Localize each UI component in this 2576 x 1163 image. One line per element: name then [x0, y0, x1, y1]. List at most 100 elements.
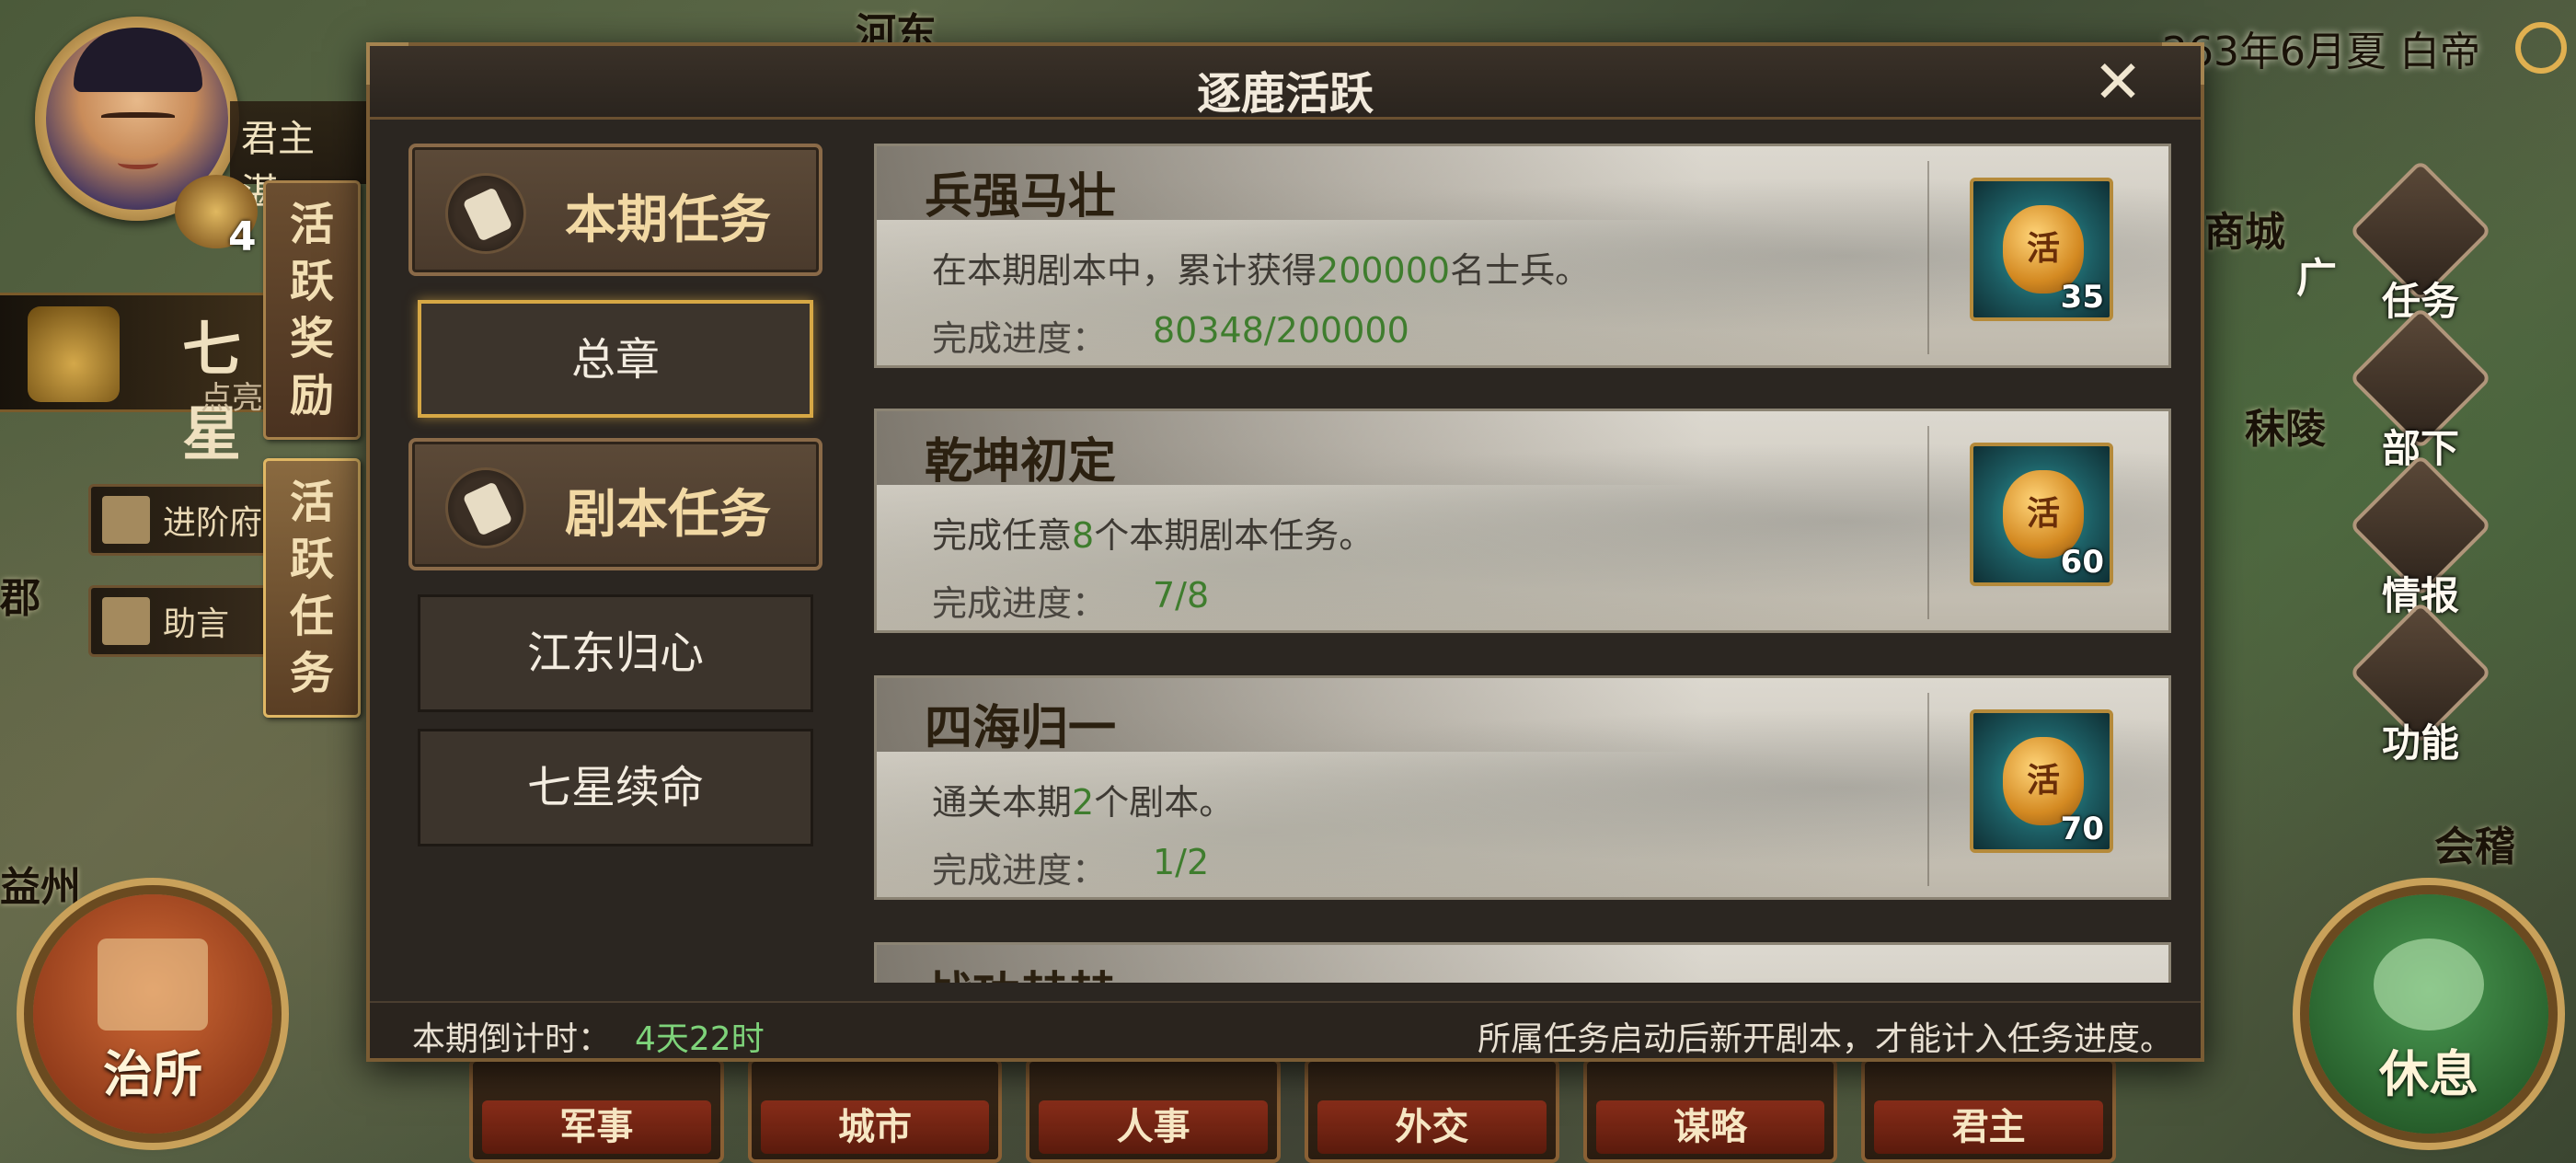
task-description: 完成任意8个本期剧本任务。	[932, 507, 1374, 558]
dragon-icon	[2374, 938, 2484, 1031]
player-level: 4	[228, 213, 257, 260]
task-desc-text: 个剧本。	[1094, 782, 1235, 823]
dialog-header: 逐鹿活跃 ✕	[370, 46, 2201, 120]
task-card: 兵强马壮 在本期剧本中，累计获得200000名士兵。 完成进度： 80348/2…	[874, 144, 2171, 368]
palace-icon	[98, 938, 208, 1031]
bottom-tab-military[interactable]: 军事	[469, 1058, 724, 1163]
progress-label: 完成进度：	[932, 850, 1108, 891]
progress-label: 完成进度：	[932, 583, 1108, 624]
category-current-tasks[interactable]: 本期任务	[408, 144, 822, 276]
side-tab-char: 励	[289, 370, 334, 421]
rest-button[interactable]: 休息	[2309, 894, 2548, 1134]
reward-item[interactable]: 活 70	[1970, 709, 2113, 853]
bottom-tab-city[interactable]: 城市	[747, 1058, 1003, 1163]
advice-label: 助言	[163, 605, 230, 643]
task-desc-text: 个本期剧本任务。	[1094, 515, 1374, 556]
category-label: 本期任务	[565, 190, 771, 250]
nav-tasks-button[interactable]: 任务	[2349, 159, 2492, 328]
bottom-tab-bar: 军事 城市 人事 外交 谋略 君主	[469, 1058, 2117, 1163]
task-description: 在本期剧本中，累计获得200000名士兵。	[932, 242, 1590, 293]
signal-icon	[2515, 22, 2567, 74]
map-scroll-icon	[445, 467, 526, 548]
governance-label: 治所	[103, 1045, 202, 1103]
reward-item[interactable]: 活 35	[1970, 178, 2113, 321]
sub-item-qixing[interactable]: 七星续命	[418, 729, 813, 846]
task-desc-highlight: 200000	[1317, 250, 1451, 291]
task-card: 乾坤初定 完成任意8个本期剧本任务。 完成进度： 7/8 活 60	[874, 409, 2171, 633]
scroll-icon	[102, 597, 150, 645]
task-title: 四海归一	[925, 701, 1117, 756]
dialog-footer: 本期倒计时： 4天22时 所属任务启动后新开剧本，才能计入任务进度。	[370, 1001, 2201, 1058]
game-date: 263年6月夏 白帝	[2162, 29, 2480, 75]
progress-value: 1/2	[1153, 842, 1210, 882]
task-desc-text: 在本期剧本中，累计获得	[932, 250, 1317, 291]
task-card: 战功赫赫	[874, 942, 2171, 983]
gate-icon	[102, 496, 150, 544]
dialog-title: 逐鹿活跃	[1196, 68, 1374, 120]
map-label-kuaiji[interactable]: 会稽	[2434, 813, 2515, 872]
reward-count: 70	[2060, 811, 2104, 847]
progress-label: 完成进度：	[932, 318, 1108, 359]
map-label-shangcheng[interactable]: 商城	[2204, 199, 2285, 258]
advice-button[interactable]: 助言	[88, 585, 272, 657]
side-tab-char: 活	[289, 477, 334, 528]
bottom-tab-label: 谋略	[1595, 1100, 1825, 1154]
side-tab-activity-tasks[interactable]: 活 跃 任 务	[263, 458, 361, 718]
side-tab-char: 跃	[289, 256, 334, 307]
side-tab-char: 奖	[289, 313, 334, 364]
nav-functions-button[interactable]: 功能	[2349, 601, 2492, 769]
task-desc-text: 名士兵。	[1450, 250, 1591, 291]
bottom-tab-label: 军事	[482, 1100, 711, 1154]
nav-subordinates-button[interactable]: 部下	[2349, 306, 2492, 475]
right-nav: 任务 部下 情报 功能	[2349, 159, 2492, 769]
advance-mansion-button[interactable]: 进阶府	[88, 484, 272, 556]
task-list[interactable]: 兵强马壮 在本期剧本中，累计获得200000名士兵。 完成进度： 80348/2…	[874, 144, 2184, 983]
task-title: 乾坤初定	[925, 434, 1117, 489]
scroll-icon	[445, 173, 526, 254]
activity-dialog: 逐鹿活跃 ✕ 本期任务 总章 剧本任务 江东归心 七星续命 兵强马壮 在本期剧本…	[366, 42, 2204, 1062]
bottom-tab-personnel[interactable]: 人事	[1026, 1058, 1282, 1163]
jade-seal-icon	[28, 306, 120, 402]
map-label-yizhou[interactable]: 益州	[0, 854, 81, 913]
progress-value: 80348/200000	[1153, 310, 1409, 351]
map-label-moling[interactable]: 秣陵	[2245, 396, 2326, 455]
bottom-tab-label: 城市	[760, 1100, 990, 1154]
divider	[1927, 161, 1929, 354]
side-tab-char: 任	[289, 591, 334, 642]
countdown-label: 本期倒计时：	[412, 1020, 612, 1058]
rest-label: 休息	[2379, 1045, 2478, 1103]
bottom-tab-strategy[interactable]: 谋略	[1582, 1058, 1838, 1163]
category-scenario-tasks[interactable]: 剧本任务	[408, 438, 822, 570]
task-description: 通关本期2个剧本。	[932, 774, 1234, 824]
nav-functions-label: 功能	[2381, 720, 2459, 766]
map-label-guang: 广	[2296, 255, 2337, 302]
bottom-tab-diplomacy[interactable]: 外交	[1305, 1058, 1559, 1163]
task-desc-text: 完成任意	[932, 515, 1073, 556]
seal-panel[interactable]: 七星 点亮	[0, 293, 276, 469]
reward-item[interactable]: 活 60	[1970, 443, 2113, 586]
task-desc-highlight: 8	[1072, 515, 1095, 556]
category-label: 剧本任务	[565, 485, 771, 545]
bottom-tab-label: 君主	[1874, 1100, 2104, 1154]
task-title: 兵强马壮	[925, 169, 1117, 225]
bottom-tab-monarch[interactable]: 君主	[1861, 1058, 2117, 1163]
sub-item-general[interactable]: 总章	[418, 300, 813, 418]
advance-mansion-label: 进阶府	[163, 504, 263, 542]
footer-note: 所属任务启动后新开剧本，才能计入任务进度。	[1477, 1020, 2173, 1058]
player-title: 君主	[241, 118, 315, 160]
map-label-jun: 郡	[0, 575, 40, 622]
governance-button[interactable]: 治所	[33, 894, 272, 1134]
seal-subtitle: 点亮	[201, 380, 263, 417]
bottom-tab-label: 人事	[1039, 1100, 1269, 1154]
nav-intel-button[interactable]: 情报	[2349, 454, 2492, 622]
side-tabs: 活 跃 奖 励 活 跃 任 务	[263, 180, 361, 736]
side-tab-activity-rewards[interactable]: 活 跃 奖 励	[263, 180, 361, 440]
countdown-value: 4天22时	[635, 1020, 765, 1058]
divider	[1927, 426, 1929, 619]
close-icon[interactable]: ✕	[2090, 53, 2145, 112]
reward-count: 60	[2060, 544, 2104, 581]
side-tab-char: 活	[289, 199, 334, 250]
task-desc-text: 通关本期	[932, 782, 1073, 823]
sub-item-jiangdong[interactable]: 江东归心	[418, 594, 813, 712]
player-name-bar: 君主 湛	[230, 101, 377, 213]
